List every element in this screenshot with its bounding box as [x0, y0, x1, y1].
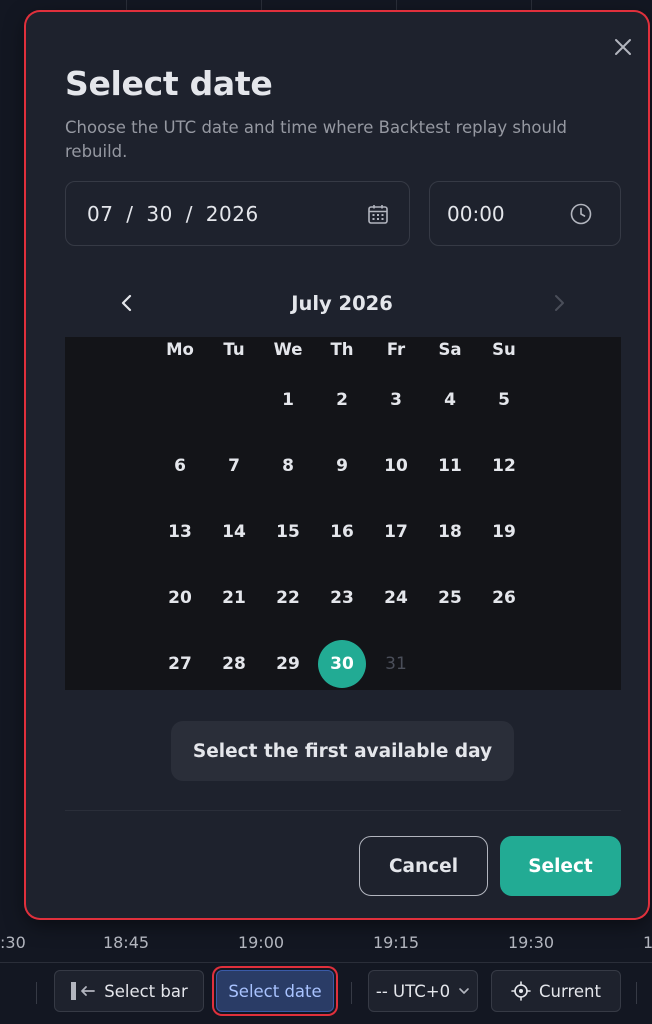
timezone-dropdown[interactable]: -- UTC+0 [368, 970, 478, 1012]
calendar-day[interactable]: 16 [318, 508, 366, 556]
calendar-day[interactable]: 9 [318, 442, 366, 490]
select-date-button[interactable]: Select date [216, 970, 334, 1012]
grid-line [126, 0, 127, 10]
calendar-day[interactable]: 6 [156, 442, 204, 490]
calendar-icon[interactable] [367, 203, 389, 225]
dialog-title: Select date [65, 64, 273, 103]
calendar-day[interactable]: 15 [264, 508, 312, 556]
close-icon [615, 39, 631, 55]
weekday-header: Sa [438, 340, 462, 359]
date-value: 07 / 30 / 2026 [87, 201, 259, 226]
calendar-day[interactable]: 17 [372, 508, 420, 556]
calendar-grid: Mo Tu We Th Fr Sa Su 1 2 3 4 5 6 7 8 9 10 11 12 13 14 15 16 17 1… [65, 337, 621, 690]
axis-label: :30 [0, 933, 26, 952]
clock-icon[interactable] [570, 203, 592, 225]
select-bar-icon [71, 982, 96, 1000]
select-first-available-day-button[interactable]: Select the first available day [171, 721, 514, 781]
dialog-subtitle: Choose the UTC date and time where Backt… [65, 118, 568, 161]
grid-line [261, 0, 262, 10]
calendar-day[interactable]: 5 [480, 376, 528, 424]
time-input[interactable]: 00:00 [429, 181, 621, 246]
calendar-day[interactable]: 22 [264, 574, 312, 622]
weekday-header: Mo [166, 340, 194, 359]
weekday-header: Th [330, 340, 354, 359]
select-date-dialog: Select date Choose the UTC date and time… [26, 12, 648, 918]
current-label: Current [539, 981, 601, 1001]
calendar-day[interactable]: 4 [426, 376, 474, 424]
calendar-day[interactable]: 19 [480, 508, 528, 556]
calendar-day[interactable]: 12 [480, 442, 528, 490]
axis-label: 1 [643, 933, 652, 952]
calendar-day[interactable]: 27 [156, 640, 204, 688]
previous-month-button[interactable] [116, 292, 138, 314]
calendar-day[interactable]: 14 [210, 508, 258, 556]
axis-label: 19:30 [507, 933, 555, 952]
calendar-day[interactable]: 24 [372, 574, 420, 622]
axis-label: 18:45 [102, 933, 150, 952]
divider [65, 810, 621, 811]
date-input[interactable]: 07 / 30 / 2026 [65, 181, 410, 246]
weekday-header: Tu [223, 340, 245, 359]
grid-line [396, 0, 397, 10]
calendar-day[interactable]: 28 [210, 640, 258, 688]
calendar-day[interactable]: 10 [372, 442, 420, 490]
calendar-day[interactable]: 3 [372, 376, 420, 424]
calendar-day[interactable]: 29 [264, 640, 312, 688]
current-button[interactable]: Current [491, 970, 621, 1012]
select-date-label: Select date [228, 981, 322, 1001]
toolbar-separator [636, 982, 637, 1004]
chevron-left-icon [121, 294, 132, 312]
axis-label: 19:00 [237, 933, 285, 952]
calendar-day[interactable]: 25 [426, 574, 474, 622]
weekday-header: Su [492, 340, 516, 359]
target-icon [511, 981, 531, 1001]
select-button[interactable]: Select [500, 836, 621, 896]
calendar-day[interactable]: 13 [156, 508, 204, 556]
chevron-right-icon [555, 295, 564, 311]
calendar-day[interactable]: 23 [318, 574, 366, 622]
calendar-day: 31 [385, 654, 407, 674]
calendar-day[interactable]: 8 [264, 442, 312, 490]
weekday-header: Fr [386, 340, 406, 359]
calendar-day[interactable]: 7 [210, 442, 258, 490]
timezone-label: -- UTC+0 [375, 981, 451, 1001]
toolbar-separator [36, 982, 37, 1004]
calendar-day[interactable]: 2 [318, 376, 366, 424]
weekday-header: We [273, 340, 303, 359]
next-month-button [548, 292, 570, 314]
select-bar-label: Select bar [104, 981, 188, 1001]
calendar-day[interactable]: 18 [426, 508, 474, 556]
month-label: July 2026 [291, 292, 393, 315]
calendar-day[interactable]: 26 [480, 574, 528, 622]
calendar-day[interactable]: 11 [426, 442, 474, 490]
close-button[interactable] [612, 36, 634, 58]
cancel-button[interactable]: Cancel [359, 836, 488, 896]
axis-label: 19:15 [372, 933, 420, 952]
chevron-down-icon [459, 988, 469, 994]
grid-line [531, 0, 532, 10]
calendar-day[interactable]: 20 [156, 574, 204, 622]
calendar-day[interactable]: 21 [210, 574, 258, 622]
toolbar-separator [351, 982, 352, 1004]
select-bar-button[interactable]: Select bar [54, 970, 204, 1012]
time-value: 00:00 [447, 201, 505, 226]
calendar-day[interactable]: 1 [264, 376, 312, 424]
calendar-day-selected[interactable]: 30 [318, 640, 366, 688]
